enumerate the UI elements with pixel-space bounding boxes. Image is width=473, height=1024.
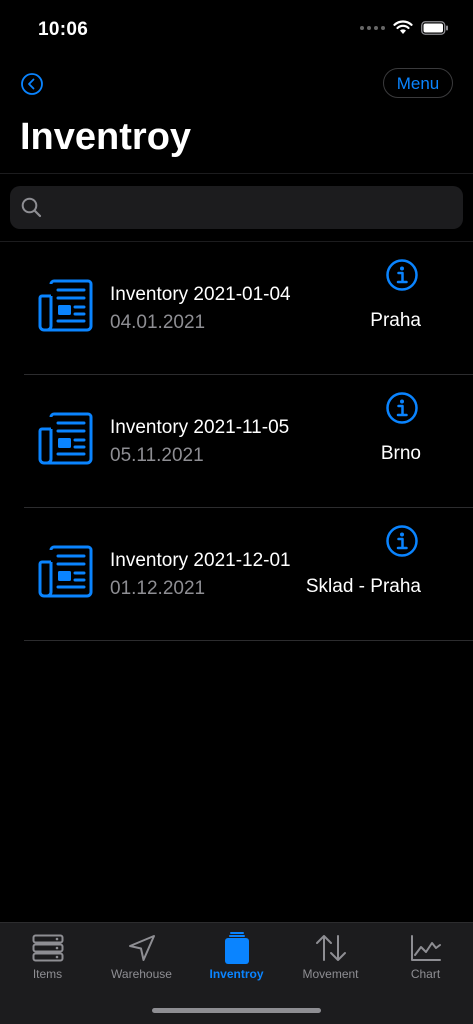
- status-icons: [360, 20, 449, 35]
- newspaper-icon: [38, 279, 93, 332]
- location-arrow-icon: [128, 935, 155, 961]
- status-time: 10:06: [38, 19, 89, 40]
- wifi-icon: [393, 20, 413, 34]
- tab-label: Warehouse: [111, 967, 172, 981]
- inventory-date: 04.01.2021: [110, 312, 206, 333]
- info-icon[interactable]: [385, 524, 419, 558]
- up-down-arrows-icon: [315, 935, 346, 961]
- info-icon[interactable]: [385, 258, 419, 292]
- inventory-date: 05.11.2021: [110, 445, 204, 466]
- back-circle-icon[interactable]: [20, 72, 44, 96]
- tab-label: Inventroy: [209, 967, 264, 981]
- inventory-title: Inventory 2021-12-01: [110, 550, 291, 571]
- tab-inventory[interactable]: Inventroy: [189, 931, 284, 981]
- search-icon: [21, 197, 42, 218]
- signal-icon: [360, 25, 385, 30]
- tab-movement[interactable]: Movement: [283, 931, 378, 981]
- inventory-location: Sklad - Praha: [305, 576, 421, 597]
- tab-label: Movement: [302, 967, 359, 981]
- jar-icon: [224, 932, 249, 964]
- tab-label: Chart: [410, 967, 441, 981]
- inventory-location: Praha: [370, 310, 421, 331]
- tab-warehouse[interactable]: Warehouse: [94, 931, 189, 981]
- inventory-title: Inventory 2021-11-05: [110, 417, 290, 438]
- inventory-date: 01.12.2021: [110, 578, 206, 599]
- server-icon: [32, 934, 63, 962]
- tab-label: Items: [32, 967, 63, 981]
- line-chart-icon: [410, 935, 441, 961]
- tab-items[interactable]: Items: [0, 931, 95, 981]
- divider: [0, 173, 473, 174]
- inventory-row[interactable]: Inventory 2021-12-01 01.12.2021 Sklad - …: [0, 508, 473, 641]
- status-bar: 10:06: [0, 0, 473, 60]
- inventory-list: Inventory 2021-01-04 04.01.2021 Praha In…: [0, 242, 473, 641]
- menu-button[interactable]: Menu: [383, 68, 453, 98]
- search-input[interactable]: [52, 186, 456, 231]
- home-indicator: [152, 1008, 321, 1013]
- battery-icon: [421, 20, 448, 35]
- info-icon[interactable]: [385, 391, 419, 425]
- inventory-title: Inventory 2021-01-04: [110, 284, 291, 305]
- newspaper-icon: [38, 412, 93, 465]
- row-separator: [24, 640, 473, 641]
- page-title: Inventroy: [20, 116, 192, 158]
- inventory-row[interactable]: Inventory 2021-11-05 05.11.2021 Brno: [0, 375, 473, 508]
- search-bar[interactable]: [10, 186, 463, 231]
- inventory-location: Brno: [380, 443, 421, 464]
- inventory-row[interactable]: Inventory 2021-01-04 04.01.2021 Praha: [0, 242, 473, 375]
- tab-chart[interactable]: Chart: [378, 931, 473, 981]
- newspaper-icon: [38, 545, 93, 598]
